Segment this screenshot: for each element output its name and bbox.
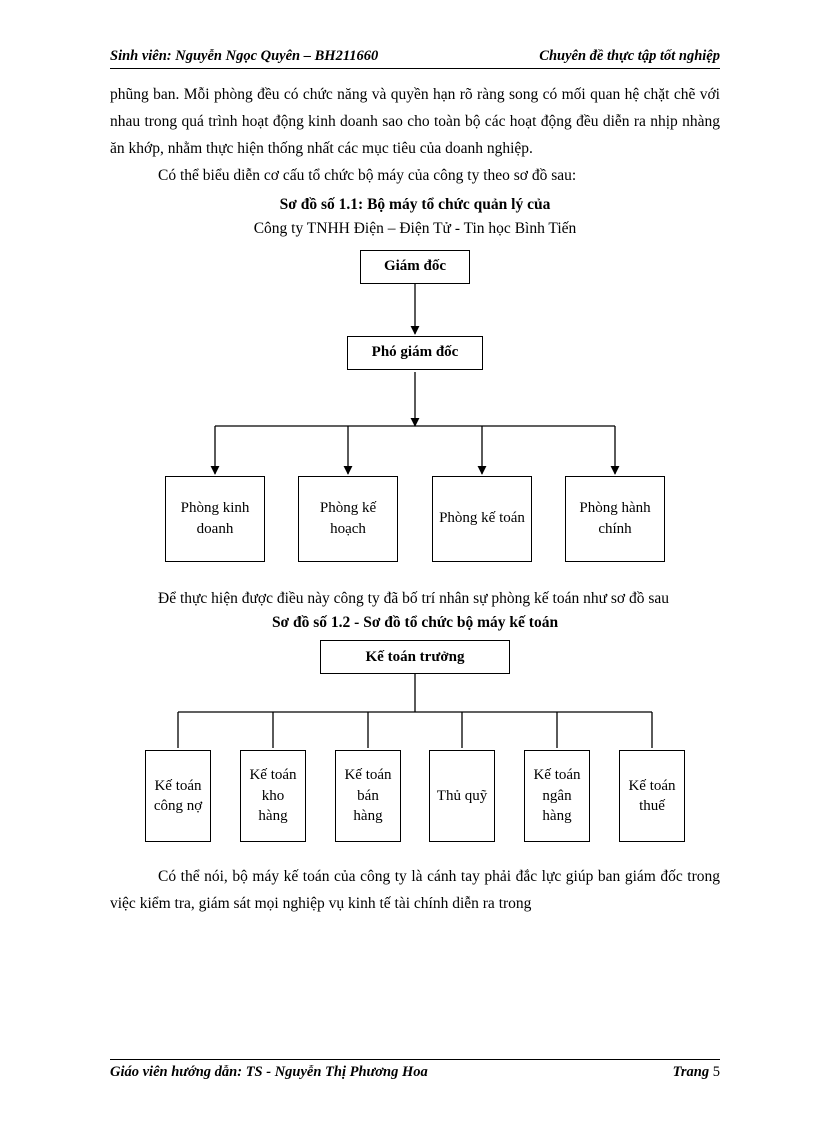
page-number: 5 [713, 1064, 720, 1080]
d1-box-deputy: Phó giám đốc [347, 336, 483, 370]
paragraph-1: phũng ban. Mỗi phòng đều có chức năng và… [110, 81, 720, 162]
d1-box-child-3: Phòng hành chính [565, 476, 665, 562]
d1-box-child-2: Phòng kế toán [432, 476, 532, 562]
diagram1-subtitle: Công ty TNHH Điện – Điện Tử - Tin học Bì… [110, 220, 720, 238]
closing-paragraph: Có thể nói, bộ máy kế toán của công ty l… [110, 863, 720, 917]
d2-box-child-0: Kế toán công nợ [145, 750, 211, 842]
diagram2-title: Sơ đồ số 1.2 - Sơ đồ tổ chức bộ máy kế t… [110, 614, 720, 632]
diagram1: Giám đốc Phó giám đốc Phòng kinh doanh P… [145, 248, 685, 578]
page-footer: Giáo viên hướng dẫn: TS - Nguyễn Thị Phư… [110, 1059, 720, 1081]
d2-box-chief: Kế toán trưởng [320, 640, 510, 674]
diagram1-title: Sơ đồ số 1.1: Bộ máy tổ chức quản lý của [110, 196, 720, 214]
footer-right: Trang 5 [673, 1064, 720, 1081]
page-header: Sinh viên: Nguyễn Ngọc Quyên – BH211660 … [110, 48, 720, 69]
note-1: Để thực hiện được điều này công ty đã bố… [110, 586, 720, 612]
d2-box-child-1: Kế toán kho hàng [240, 750, 306, 842]
paragraph-2: Có thể biểu diễn cơ cấu tổ chức bộ máy c… [110, 162, 720, 189]
footer-left: Giáo viên hướng dẫn: TS - Nguyễn Thị Phư… [110, 1064, 428, 1081]
d2-box-child-4: Kế toán ngân hàng [524, 750, 590, 842]
header-left: Sinh viên: Nguyễn Ngọc Quyên – BH211660 [110, 48, 378, 65]
d2-box-child-2: Kế toán bán hàng [335, 750, 401, 842]
page-label: Trang [673, 1064, 713, 1080]
header-right: Chuyên đề thực tập tốt nghiệp [539, 48, 720, 65]
diagram2: Kế toán trưởng Kế toán công nợ Kế toán k… [130, 638, 700, 853]
d2-box-child-3: Thủ quỹ [429, 750, 495, 842]
d2-box-child-5: Kế toán thuế [619, 750, 685, 842]
d1-box-child-0: Phòng kinh doanh [165, 476, 265, 562]
d1-box-child-1: Phòng kế hoạch [298, 476, 398, 562]
d1-box-director: Giám đốc [360, 250, 470, 284]
